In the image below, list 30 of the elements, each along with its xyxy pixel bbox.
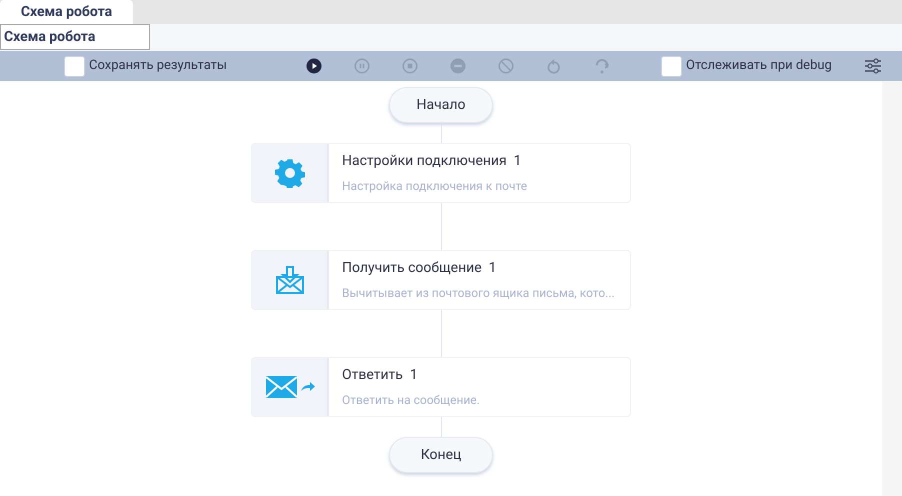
scrollbar[interactable] <box>882 81 902 496</box>
checkbox[interactable] <box>64 56 85 76</box>
gear-icon <box>274 158 304 188</box>
play-button[interactable] <box>305 57 324 75</box>
play-icon <box>305 57 324 75</box>
step-card[interactable]: Настройки подключения 1 Настройка подключения к почте <box>251 143 631 203</box>
sliders-icon <box>864 57 882 75</box>
terminal-node[interactable]: Конец <box>389 437 493 473</box>
step-card[interactable]: Ответить 1 Ответить на сообщение. <box>251 357 631 417</box>
minus-circle-icon <box>449 57 468 75</box>
checkbox-label: Отслеживать при debug <box>686 57 832 76</box>
step-description: Вычитывает из почтового ящика письма, кото... <box>342 285 615 302</box>
step-title: Ответить 1 <box>342 366 419 385</box>
checkbox[interactable] <box>661 56 682 76</box>
mail-reply-icon <box>264 374 314 400</box>
block-icon <box>497 57 516 75</box>
pause-icon <box>353 57 372 75</box>
redo-icon <box>593 57 612 75</box>
name-field[interactable]: Схема робота <box>0 24 150 50</box>
checkbox-label: Сохранять результаты <box>89 57 228 76</box>
step-title: Получить сообщение 1 <box>342 259 498 278</box>
step-description: Ответить на сообщение. <box>342 392 480 409</box>
tab[interactable]: Схема робота <box>0 0 133 24</box>
stop-icon <box>401 57 420 75</box>
step-title: Настройки подключения 1 <box>342 152 523 171</box>
step-description: Настройка подключения к почте <box>342 178 528 195</box>
terminal-node[interactable]: Начало <box>389 87 493 123</box>
settings-button[interactable] <box>864 57 882 75</box>
step-card[interactable]: Получить сообщение 1 Вычитывает из почтового ящика письма, кото... <box>251 250 631 310</box>
mail-download-icon <box>274 265 304 295</box>
